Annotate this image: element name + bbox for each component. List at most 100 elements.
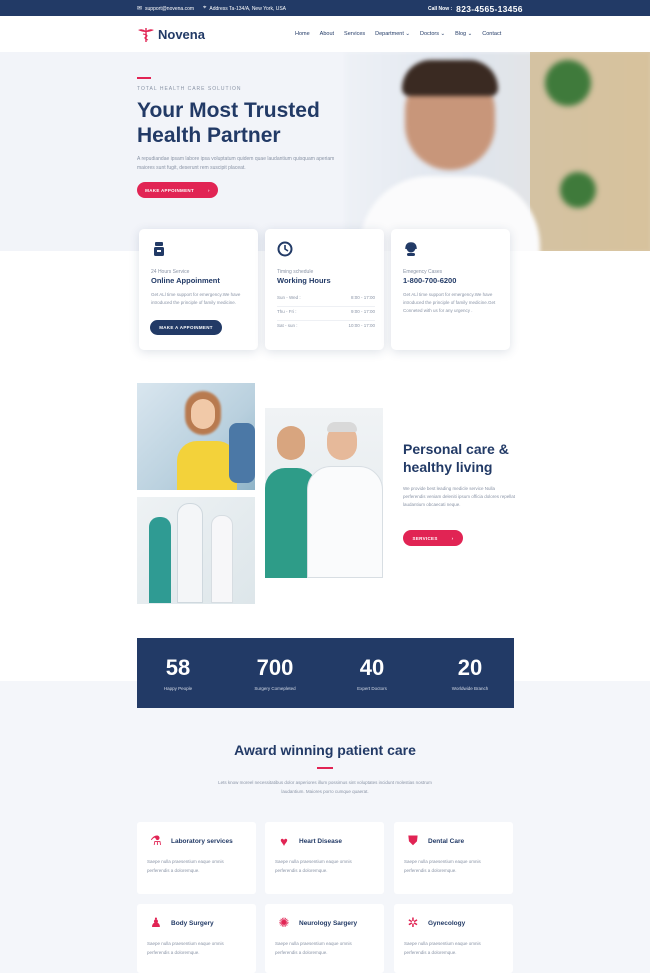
stat-label: Surgery Comepleted bbox=[254, 686, 296, 691]
stat-number: 700 bbox=[256, 655, 294, 680]
nav-home[interactable]: Home bbox=[295, 31, 310, 37]
service-title: Laboratory services bbox=[171, 838, 233, 845]
services-button-label: SERVICES bbox=[412, 535, 438, 541]
nav-blog[interactable]: Blog ⌄ bbox=[455, 31, 472, 37]
photo-nurse-2 bbox=[211, 515, 233, 603]
hours-days: Sun - Wed : bbox=[277, 295, 301, 300]
card-title: 1-800-700-6200 bbox=[403, 276, 457, 285]
services-section-description: Lets know moreel necessitatibus dolor as… bbox=[218, 780, 432, 794]
service-title: Gynecology bbox=[428, 920, 466, 927]
photo-doctor-2-coat bbox=[307, 466, 383, 578]
brand-logo[interactable]: Novena bbox=[137, 26, 205, 42]
brand-name: Novena bbox=[158, 26, 205, 42]
card-small-label: Emegency Cases bbox=[403, 269, 443, 275]
arrow-right-icon: › bbox=[208, 187, 210, 193]
map-pin-icon: ⌖ bbox=[203, 5, 207, 11]
service-description: Saepe nulla praesentium eaque omnis perf… bbox=[404, 859, 481, 873]
service-card-heart[interactable]: ♥ Heart Disease Saepe nulla praesentium … bbox=[265, 822, 384, 894]
hero-plant bbox=[545, 60, 591, 106]
hours-time: 9:00 - 17:00 bbox=[350, 309, 375, 314]
photo-medical-team bbox=[137, 497, 255, 604]
nav-contact[interactable]: Contact bbox=[482, 31, 501, 37]
heart-icon: ♥ bbox=[280, 833, 288, 849]
card-appointment-button[interactable]: MAKE A APPOINMENT bbox=[150, 320, 222, 335]
hero-plant-small bbox=[560, 172, 596, 208]
stat-surgery: 700 Surgery Comepleted bbox=[235, 655, 315, 692]
nav-department[interactable]: Department ⌄ bbox=[375, 31, 410, 37]
card-title: Working Hours bbox=[277, 276, 331, 285]
topbar-phone[interactable]: Call Now : 823-4565-13456 bbox=[428, 4, 523, 14]
card-small-label: 24 Hours Service bbox=[151, 269, 190, 275]
flask-icon: ⚗ bbox=[150, 833, 162, 848]
stat-label: Expert Doctors bbox=[357, 686, 387, 691]
topbar-email-text: support@novena.com bbox=[145, 5, 195, 12]
topbar-email[interactable]: ✉ support@novena.com bbox=[137, 5, 195, 13]
top-bar: ✉ support@novena.com ⌖ Address Ta-134/A,… bbox=[0, 0, 650, 16]
call-label: Call Now : bbox=[428, 6, 453, 12]
stats-banner: 58 Happy People 700 Surgery Comepleted 4… bbox=[137, 638, 514, 708]
photo-doctor-1-face bbox=[277, 426, 305, 460]
photo-nurse-1 bbox=[149, 517, 171, 603]
tooth-icon: ⛊ bbox=[408, 833, 418, 848]
main-nav: Home About Services Department ⌄ Doctors… bbox=[295, 31, 501, 37]
dna-icon: ✲ bbox=[407, 915, 419, 930]
envelope-icon: ✉ bbox=[137, 6, 143, 12]
arrow-right-icon: › bbox=[451, 535, 454, 541]
caduceus-icon bbox=[138, 28, 154, 42]
services-button[interactable]: SERVICES › bbox=[403, 530, 463, 546]
photo-dental-patient bbox=[137, 383, 255, 490]
card-emergency: Emegency Cases 1-800-700-6200 Get ALl ti… bbox=[391, 229, 510, 350]
service-card-gynecology[interactable]: ✲ Gynecology Saepe nulla praesentium eaq… bbox=[394, 904, 513, 973]
section-accent-line bbox=[317, 767, 333, 769]
service-card-laboratory[interactable]: ⚗ Laboratory services Saepe nulla praese… bbox=[137, 822, 256, 894]
topbar-address: ⌖ Address Ta-134/A, New York, USA bbox=[203, 5, 286, 12]
service-title: Dental Care bbox=[428, 838, 465, 845]
service-title: Body Surgery bbox=[171, 920, 214, 927]
hero-description: A repudiandae ipsam labore ipsa voluptat… bbox=[137, 156, 335, 171]
make-appointment-button[interactable]: MAKE APPOINMENT › bbox=[137, 182, 218, 198]
hours-row: Sat - sun : 10:00 - 17:00 bbox=[277, 321, 375, 335]
card-title: Online Appoinment bbox=[151, 276, 220, 285]
photo-figure-face bbox=[191, 399, 215, 429]
stat-branches: 20 Worldwide Branch bbox=[430, 655, 510, 692]
service-description: Saepe nulla praesentium eaque omnis perf… bbox=[275, 859, 352, 873]
nav-doctors[interactable]: Doctors ⌄ bbox=[420, 31, 445, 37]
nav-about[interactable]: About bbox=[320, 31, 334, 37]
nav-services[interactable]: Services bbox=[344, 31, 365, 37]
service-description: Saepe nulla praesentium eaque omnis perf… bbox=[275, 941, 352, 955]
stat-doctors: 40 Expert Doctors bbox=[332, 655, 412, 692]
phone-number: 823-4565-13456 bbox=[456, 4, 523, 14]
service-card-neurology[interactable]: ✺ Neurology Sargery Saepe nulla praesent… bbox=[265, 904, 384, 973]
service-description: Saepe nulla praesentium eaque omnis perf… bbox=[147, 859, 224, 873]
stat-number: 58 bbox=[165, 655, 191, 680]
stat-number: 20 bbox=[457, 655, 483, 680]
headset-icon bbox=[405, 242, 417, 256]
hours-time: 10:00 - 17:00 bbox=[348, 323, 375, 328]
service-card-body-surgery[interactable]: ♟ Body Surgery Saepe nulla praesentium e… bbox=[137, 904, 256, 973]
hours-days: Sat - sun : bbox=[277, 323, 298, 328]
photo-two-doctors bbox=[265, 408, 383, 578]
card-appointment-label: MAKE A APPOINMENT bbox=[159, 325, 213, 330]
service-description: Saepe nulla praesentium eaque omnis perf… bbox=[147, 941, 224, 955]
make-appointment-label: MAKE APPOINMENT bbox=[145, 187, 195, 193]
stat-number: 40 bbox=[359, 655, 385, 680]
hours-row: Thu - Fri : 9:00 - 17:00 bbox=[277, 307, 375, 321]
hero-kicker: TOTAL HEALTH CARE SOLUTION bbox=[137, 86, 242, 92]
card-online-appointment: 24 Hours Service Online Appoinment Get A… bbox=[139, 229, 258, 350]
stat-happy-people: 58 Happy People bbox=[138, 655, 218, 692]
service-card-dental[interactable]: ⛊ Dental Care Saepe nulla praesentium ea… bbox=[394, 822, 513, 894]
clock-icon bbox=[277, 241, 293, 257]
service-title: Heart Disease bbox=[299, 838, 342, 845]
about-description: We provide best leading medicle service … bbox=[403, 486, 515, 507]
brain-icon: ✺ bbox=[278, 915, 290, 930]
hours-row: Sun - Wed : 8:00 - 17:00 bbox=[277, 293, 375, 307]
topbar-address-text: Address Ta-134/A, New York, USA bbox=[209, 5, 287, 12]
photo-dental-chair bbox=[229, 423, 255, 483]
hours-time: 8:00 - 17:00 bbox=[350, 295, 375, 300]
stat-label: Happy People bbox=[163, 686, 193, 691]
card-working-hours: Timing schedule Working Hours Sun - Wed … bbox=[265, 229, 384, 350]
photo-figure-shirt bbox=[177, 441, 237, 490]
hero-doctor-hair bbox=[402, 60, 498, 96]
stat-label: Worldwide Branch bbox=[451, 686, 489, 691]
working-hours-list: Sun - Wed : 8:00 - 17:00 Thu - Fri : 9:0… bbox=[277, 293, 375, 335]
